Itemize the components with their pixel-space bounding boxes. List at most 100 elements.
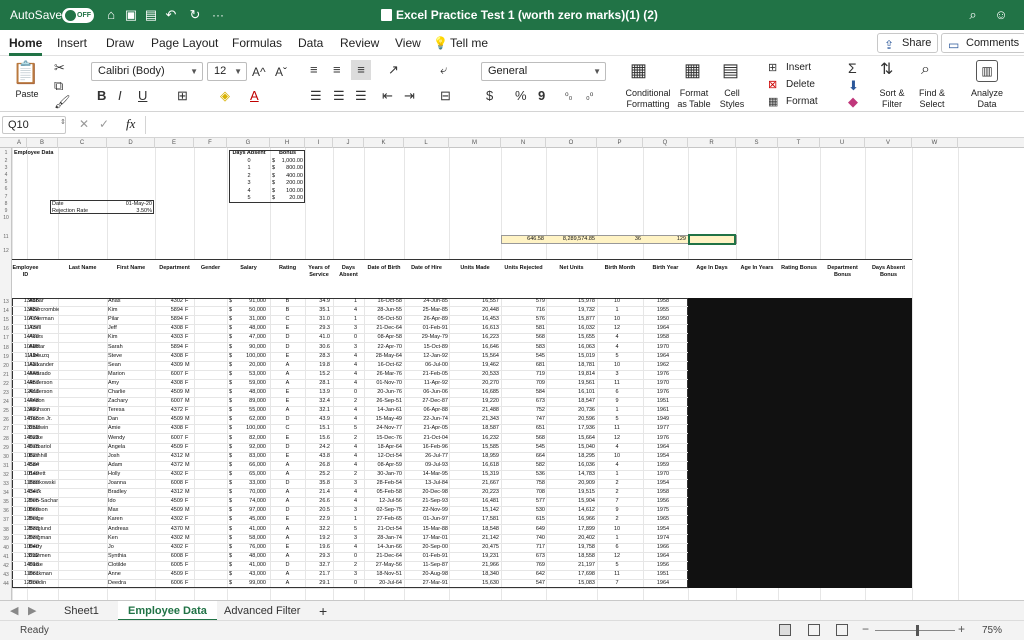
table-cell[interactable]: Biese [29,562,59,569]
table-cell[interactable]: 20,475 [449,544,499,551]
table-cell[interactable]: 21,966 [449,562,499,569]
table-cell[interactable]: Akhtar [29,344,59,351]
row-number[interactable]: 1 [0,150,12,156]
table-cell[interactable]: A [270,371,305,378]
table-cell[interactable]: Adell [29,325,59,332]
table-cell[interactable]: 70,000 [236,489,266,496]
table-cell[interactable]: 22-Apr-70 [364,344,402,351]
table-cell[interactable]: A [270,535,305,542]
table-cell[interactable]: 673 [501,553,545,560]
table-cell[interactable]: 16,685 [449,389,499,396]
total-birth-month[interactable]: 36 [599,236,641,243]
table-cell[interactable]: 2 [333,435,357,442]
insert-cells-icon[interactable]: ⊞ [768,60,777,76]
table-cell[interactable]: 1974 [643,535,683,542]
table-cell[interactable]: Amie [108,425,154,432]
table-cell[interactable]: Akers [29,334,59,341]
table-cell[interactable]: 615 [501,516,545,523]
table-cell[interactable]: 1959 [643,462,683,469]
column-title[interactable]: Date of Hire [404,265,449,272]
normal-view-icon[interactable] [779,624,791,636]
table-cell[interactable]: 1956 [643,562,683,569]
table-cell[interactable]: Angela [108,444,154,451]
table-cell[interactable]: 1970 [643,380,683,387]
table-cell[interactable]: 2 [597,516,637,523]
tab-review[interactable]: Review [340,35,379,51]
row-number[interactable]: 14 [0,308,12,314]
table-cell[interactable]: Wendy [108,435,154,442]
row-number[interactable]: 19 [0,354,12,360]
row-number[interactable]: 29 [0,445,12,451]
font-color-icon[interactable]: A [250,88,259,104]
table-cell[interactable]: 27-May-56 [364,562,402,569]
total-birth-year[interactable]: 129 [645,236,686,243]
table-cell[interactable]: Ken [108,535,154,542]
rejection-rate-value[interactable]: 3.50% [108,208,152,215]
column-title[interactable]: Last Name [58,265,107,272]
table-cell[interactable]: Berge [29,516,59,523]
tab-page-layout[interactable]: Page Layout [151,35,218,51]
table-cell[interactable]: Synthia [108,553,154,560]
table-cell[interactable]: 32.1 [305,407,330,414]
table-cell[interactable]: M [185,389,195,396]
table-cell[interactable]: 65,000 [236,471,266,478]
table-cell[interactable]: 25.2 [305,471,330,478]
table-cell[interactable]: 18,295 [546,453,595,460]
table-cell[interactable]: 01-Feb-91 [404,553,448,560]
table-cell[interactable]: A [270,526,305,533]
table-cell[interactable]: 41,000 [236,526,266,533]
table-cell[interactable]: Beck [29,489,59,496]
row-number[interactable]: 9 [0,208,12,214]
table-cell[interactable]: Atkinson [29,407,59,414]
table-cell[interactable]: 25-Mar-85 [404,307,448,314]
font-name-select[interactable]: Calibri (Body) ▼ [91,62,203,81]
table-cell[interactable]: Barr [29,462,59,469]
table-cell[interactable]: F [185,307,195,314]
table-cell[interactable]: Josh [108,453,154,460]
table-cell[interactable]: 740 [501,535,545,542]
table-cell[interactable]: 34.9 [305,298,330,305]
column-header[interactable]: I [305,138,333,148]
table-cell[interactable]: 4509 [155,416,183,423]
table-cell[interactable]: D [270,480,305,487]
table-cell[interactable]: Steve [108,353,154,360]
table-cell[interactable]: 681 [501,362,545,369]
table-cell[interactable]: 1977 [643,425,683,432]
table-cell[interactable]: 584 [501,389,545,396]
comments-button[interactable]: ▭ Comments [941,33,1024,53]
table-cell[interactable]: 4509 [155,444,183,451]
table-cell[interactable]: Alvarado [29,371,59,378]
table-cell[interactable]: 1962 [643,362,683,369]
column-title[interactable]: Birth Month [597,265,643,272]
table-cell[interactable]: 16,063 [546,344,595,351]
row-number[interactable]: 35 [0,499,12,505]
table-cell[interactable]: 1965 [643,516,683,523]
table-cell[interactable]: 4509 [155,571,183,578]
table-cell[interactable]: 16,646 [449,344,499,351]
find-select-icon[interactable]: ⌕ [921,62,930,78]
sort-filter-icon[interactable]: ⇅ [880,62,893,78]
table-cell[interactable]: 4302 [155,516,183,523]
table-cell[interactable]: Boedin [29,580,59,587]
table-cell[interactable]: 15,142 [449,507,499,514]
table-cell[interactable]: 4 [333,489,357,496]
column-title[interactable]: Rating [270,265,305,272]
insert-button[interactable]: Insert [786,62,811,73]
table-cell[interactable]: 43.8 [305,453,330,460]
column-title[interactable]: Department Bonus [820,265,865,279]
row-number[interactable]: 22 [0,381,12,387]
column-title[interactable]: Salary [227,265,270,272]
table-cell[interactable]: 18-Nov-51 [364,571,402,578]
table-cell[interactable]: 4 [333,498,357,505]
table-cell[interactable]: 20,000 [236,362,266,369]
table-cell[interactable]: 1970 [643,471,683,478]
row-number[interactable]: 7 [0,194,12,200]
table-cell[interactable]: 29.3 [305,553,330,560]
row-number[interactable]: 31 [0,463,12,469]
undo-icon[interactable]: ↶ [164,8,178,22]
cut-icon[interactable]: ✂ [54,60,65,76]
table-cell[interactable]: E [270,453,305,460]
table-cell[interactable]: 18,959 [449,453,499,460]
bonus-days[interactable]: 5 [229,195,269,202]
table-cell[interactable]: 536 [501,471,545,478]
